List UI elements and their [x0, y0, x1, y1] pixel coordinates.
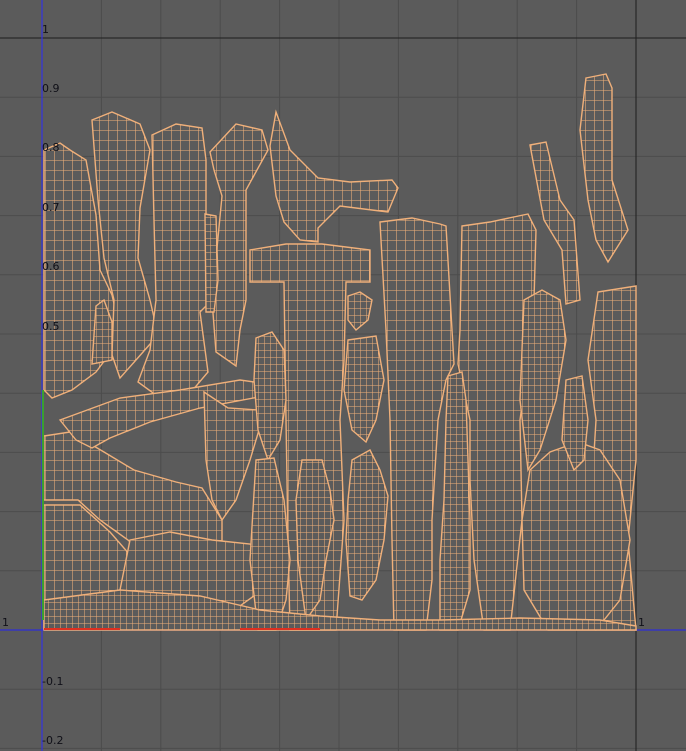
- v-axis-label-0-9: 0.9: [42, 82, 60, 95]
- uv-shell-wireframe[interactable]: [0, 0, 686, 751]
- uv-shell[interactable]: [439, 371, 471, 631]
- uv-shell[interactable]: [521, 441, 631, 631]
- v-axis-label-0-5: 0.5: [42, 320, 60, 333]
- v-axis-label-neg-0-1: -0.1: [42, 675, 64, 688]
- v-axis-label-0-7: 0.7: [42, 201, 60, 214]
- v-axis-label-0-6: 0.6: [42, 260, 60, 273]
- uv-shell[interactable]: [249, 457, 291, 631]
- u-axis-label-1: 1: [638, 616, 645, 629]
- v-axis-label-0-8: 0.8: [42, 141, 60, 154]
- uv-editor-viewport[interactable]: 1 0.9 0.8 0.7 0.6 0.5 1 1 -0.1 -0.2: [0, 0, 686, 751]
- v-axis-label-neg-0-2: -0.2: [42, 734, 64, 747]
- uv-shell[interactable]: [137, 123, 213, 399]
- uv-shell[interactable]: [345, 449, 389, 601]
- uv-shell[interactable]: [343, 335, 385, 444]
- uv-shell[interactable]: [529, 141, 581, 305]
- uv-shell[interactable]: [519, 289, 567, 473]
- uv-shell[interactable]: [209, 123, 269, 368]
- v-axis-label-1: 1: [42, 23, 49, 36]
- uv-shell[interactable]: [269, 109, 399, 243]
- uv-shell[interactable]: [204, 213, 219, 313]
- uv-shell[interactable]: [253, 331, 287, 462]
- uv-shell[interactable]: [579, 73, 629, 264]
- origin-label: 1: [2, 616, 9, 629]
- uv-shell[interactable]: [347, 291, 373, 331]
